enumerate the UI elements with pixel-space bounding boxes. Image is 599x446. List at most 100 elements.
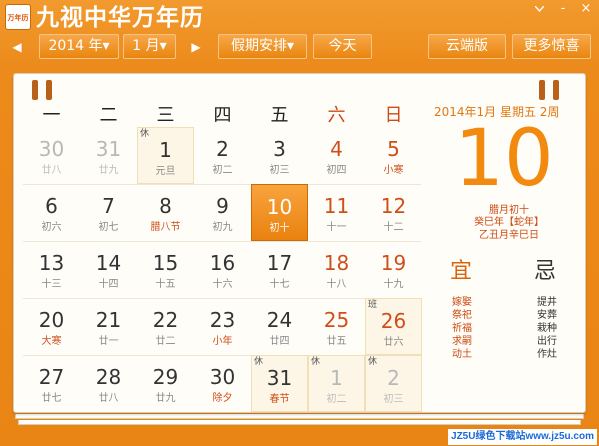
- day-cell[interactable]: 24 廿四: [251, 298, 308, 355]
- lunar-date: 小年: [212, 336, 233, 347]
- day-cell[interactable]: 2 初二: [194, 127, 251, 184]
- day-cell[interactable]: 15 十五: [137, 241, 194, 298]
- lunar-date: 廿八: [98, 393, 119, 404]
- day-number: 22: [152, 308, 179, 332]
- day-number: 17: [266, 251, 293, 275]
- lunar-date: 十七: [269, 279, 290, 290]
- page-stack-edge: [15, 414, 584, 419]
- day-cell[interactable]: 29 廿九: [137, 355, 194, 412]
- day-cell[interactable]: 17 十七: [251, 241, 308, 298]
- weekday-label: 日: [384, 105, 403, 126]
- day-cell[interactable]: 休 2 初三: [365, 355, 422, 412]
- app-window: 万年历 九视中华万年历 - × ◀ 2014 年▾ 1 月▾ ▶ 假期安排▾ 今…: [0, 0, 599, 446]
- holiday-schedule-button[interactable]: 假期安排▾: [218, 34, 307, 59]
- minimize-button[interactable]: -: [552, 0, 574, 18]
- day-cell[interactable]: 12 十二: [365, 184, 422, 241]
- day-cell[interactable]: 休 1 元旦: [137, 127, 194, 184]
- day-cell[interactable]: 4 初四: [308, 127, 365, 184]
- day-cell[interactable]: 14 十四: [80, 241, 137, 298]
- next-month-button[interactable]: ▶: [186, 34, 206, 60]
- month-select[interactable]: 1 月▾: [123, 34, 176, 59]
- day-cell[interactable]: 8 腊八节: [137, 184, 194, 241]
- lunar-date: 十六: [212, 279, 233, 290]
- toolbar: ◀ 2014 年▾ 1 月▾ ▶ 假期安排▾ 今天 云端版 更多惊喜: [0, 34, 599, 60]
- day-cell[interactable]: 11 十一: [308, 184, 365, 241]
- calendar-icon: 万年历: [5, 4, 31, 30]
- day-number: 29: [152, 365, 179, 389]
- day-cell[interactable]: 25 廿五: [308, 298, 365, 355]
- more-surprises-button[interactable]: 更多惊喜: [512, 34, 591, 59]
- binder-ring: [553, 80, 559, 100]
- day-cell[interactable]: 22 廿二: [137, 298, 194, 355]
- day-number: 12: [380, 194, 407, 218]
- day-cell[interactable]: 30 廿八: [23, 127, 80, 184]
- day-cell[interactable]: 3 初三: [251, 127, 308, 184]
- lunar-date: 初三: [383, 394, 404, 405]
- day-number: 25: [323, 308, 350, 332]
- day-cell[interactable]: 31 廿九: [80, 127, 137, 184]
- lunar-date: 廿九: [155, 393, 176, 404]
- day-number: 7: [102, 194, 115, 218]
- lunar-month-day: 腊月初十: [489, 205, 529, 216]
- chevron-down-icon[interactable]: [528, 0, 550, 18]
- day-number: 2: [216, 137, 229, 161]
- day-cell[interactable]: 班 26 廿六: [365, 298, 422, 355]
- day-cell[interactable]: 23 小年: [194, 298, 251, 355]
- day-cell[interactable]: 16 十六: [194, 241, 251, 298]
- day-number: 10: [266, 195, 293, 219]
- lunar-date: 初二: [212, 165, 233, 176]
- lunar-date: 廿四: [269, 336, 290, 347]
- binder-ring: [539, 80, 545, 100]
- day-cell[interactable]: 30 除夕: [194, 355, 251, 412]
- day-number: 1: [330, 366, 343, 390]
- binder-ring: [46, 80, 52, 100]
- holiday-off-tag: 休: [311, 357, 321, 367]
- yi-item: 动土: [452, 349, 472, 360]
- year-select[interactable]: 2014 年▾: [39, 34, 119, 59]
- day-number: 2: [387, 366, 400, 390]
- lunar-date: 廿八: [41, 165, 62, 176]
- lunar-date: 廿六: [383, 337, 404, 348]
- ganzhi-year: 癸巳年【蛇年】: [474, 217, 544, 228]
- day-cell[interactable]: 休 1 初二: [308, 355, 365, 412]
- close-button[interactable]: ×: [575, 0, 597, 18]
- day-cell[interactable]: 19 十九: [365, 241, 422, 298]
- day-cell[interactable]: 7 初七: [80, 184, 137, 241]
- day-cell-selected[interactable]: 10 初十: [251, 184, 308, 241]
- day-cell[interactable]: 9 初九: [194, 184, 251, 241]
- lunar-date: 初二: [326, 394, 347, 405]
- today-button[interactable]: 今天: [313, 34, 372, 59]
- lunar-date: 十三: [41, 279, 62, 290]
- day-cell[interactable]: 13 十三: [23, 241, 80, 298]
- day-cell[interactable]: 休 31 春节: [251, 355, 308, 412]
- prev-month-button[interactable]: ◀: [7, 34, 27, 60]
- cloud-version-button[interactable]: 云端版: [428, 34, 506, 59]
- lunar-date: 廿七: [41, 393, 62, 404]
- ganzhi-month-day: 乙丑月辛巳日: [479, 230, 539, 241]
- lunar-date: 十五: [155, 279, 176, 290]
- ji-item: 栽种: [537, 323, 557, 334]
- day-cell[interactable]: 21 廿一: [80, 298, 137, 355]
- day-number: 18: [323, 251, 350, 275]
- ji-list: 提井 安葬 栽种 出行 作灶: [537, 296, 557, 361]
- day-cell[interactable]: 6 初六: [23, 184, 80, 241]
- day-number: 15: [152, 251, 179, 275]
- day-number: 28: [95, 365, 122, 389]
- title-bar: 万年历 九视中华万年历 - ×: [0, 0, 599, 36]
- day-cell[interactable]: 18 十八: [308, 241, 365, 298]
- lunar-date: 元旦: [155, 166, 176, 177]
- lunar-date: 腊八节: [150, 222, 181, 233]
- weekday-label: 二: [99, 105, 118, 126]
- day-cell[interactable]: 28 廿八: [80, 355, 137, 412]
- page-stack-edge: [18, 420, 581, 425]
- day-number: 13: [38, 251, 65, 275]
- day-cell[interactable]: 27 廿七: [23, 355, 80, 412]
- weekday-label: 四: [213, 105, 232, 126]
- ji-item: 提井: [537, 297, 557, 308]
- yi-item: 求嗣: [452, 336, 472, 347]
- lunar-date: 十八: [326, 279, 347, 290]
- day-cell[interactable]: 5 小寒: [365, 127, 422, 184]
- lunar-date: 初十: [269, 223, 290, 234]
- day-cell[interactable]: 20 大寒: [23, 298, 80, 355]
- lunar-date: 初七: [98, 222, 119, 233]
